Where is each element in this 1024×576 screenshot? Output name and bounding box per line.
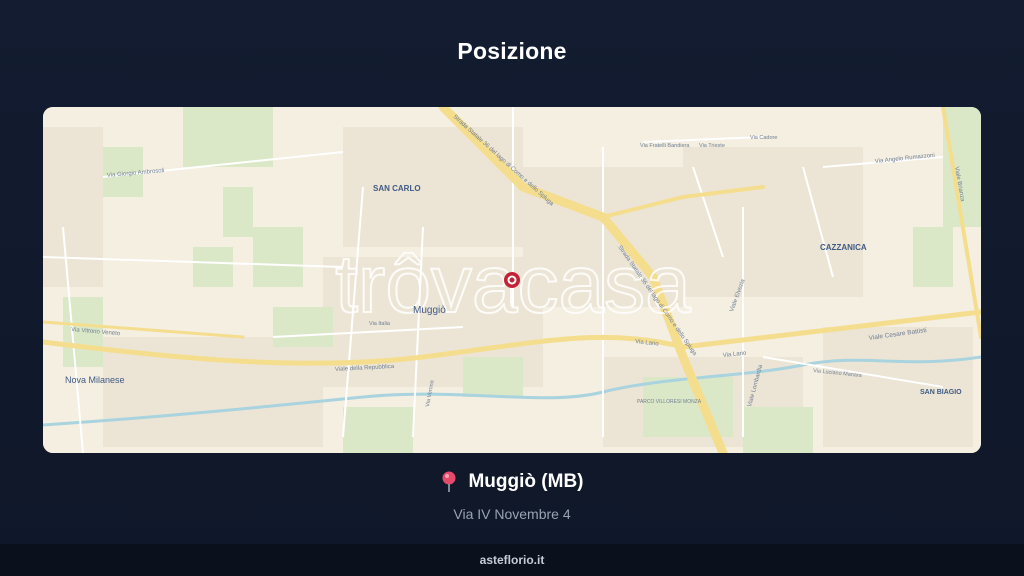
street-label-cadore: Via Cadore: [750, 135, 777, 141]
area-label-cazzanica: CAZZANICA: [820, 243, 867, 252]
location-info: Muggiò (MB) Via IV Novembre 4: [0, 471, 1024, 522]
page-title: Posizione: [457, 38, 567, 64]
map-canvas[interactable]: trôvacasa SAN CARLO Muggiò CAZZANICA Nov…: [43, 107, 981, 453]
map-view[interactable]: trôvacasa SAN CARLO Muggiò CAZZANICA Nov…: [43, 107, 981, 453]
area-label-san-carlo: SAN CARLO: [373, 184, 421, 193]
area-label-nova-milanese: Nova Milanese: [65, 375, 125, 385]
location-address: Via IV Novembre 4: [453, 506, 571, 522]
street-label-trieste: Via Trieste: [699, 143, 725, 149]
label-parco-villoresi: PARCO VILLORESI MONZA: [637, 399, 702, 405]
location-marker[interactable]: [504, 272, 520, 288]
area-label-muggio: Muggiò: [413, 305, 446, 316]
location-name: Muggiò (MB): [468, 471, 584, 492]
street-label-fratelli-bandiera: Via Fratelli Bandiera: [640, 143, 690, 149]
area-label-san-biagio: SAN BIAGIO: [920, 389, 962, 396]
footer-brand: asteflorio.it: [0, 544, 1024, 576]
street-label-italia: Via Italia: [369, 321, 391, 327]
map-pin-icon: [442, 471, 456, 492]
